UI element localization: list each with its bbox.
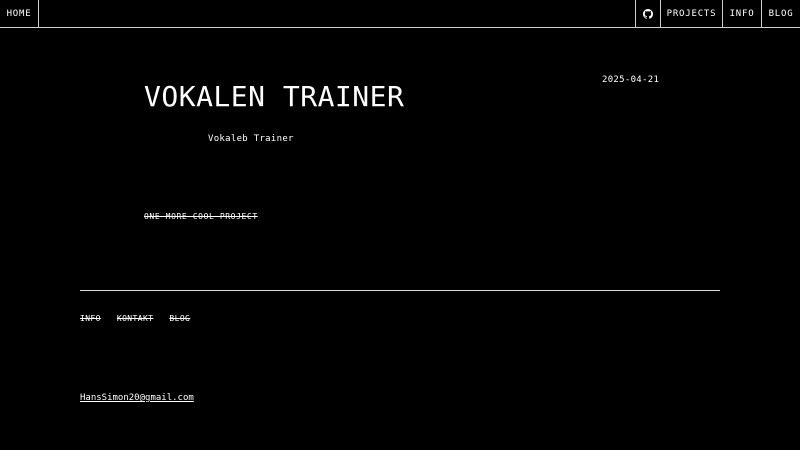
footer-link-blog[interactable]: BLOG <box>169 314 190 323</box>
footer-link-kontakt[interactable]: KONTAKT <box>117 314 154 323</box>
project-subtitle: Vokaleb Trainer <box>208 134 294 144</box>
nav-projects-link[interactable]: PROJECTS <box>661 0 723 28</box>
nav-blog-link[interactable]: BLOG <box>762 0 800 28</box>
contact-email-link[interactable]: HansSimon20@gmail.com <box>80 393 194 403</box>
footer-divider <box>80 290 720 291</box>
github-icon <box>643 9 653 19</box>
top-navigation: HOME PROJECTS INFO BLOG <box>0 0 800 28</box>
nav-info-link[interactable]: INFO <box>723 0 762 28</box>
nav-github-link[interactable] <box>635 0 661 28</box>
nav-home-link[interactable]: HOME <box>0 0 39 28</box>
footer-link-info[interactable]: INFO <box>80 314 101 323</box>
project-title: VOKALEN TRAINER <box>144 80 405 113</box>
project-date: 2025-04-21 <box>602 75 660 85</box>
footer-links: INFO KONTAKT BLOG <box>80 314 190 323</box>
project-tagline: ONE MORE COOL PROJECT <box>144 212 258 221</box>
